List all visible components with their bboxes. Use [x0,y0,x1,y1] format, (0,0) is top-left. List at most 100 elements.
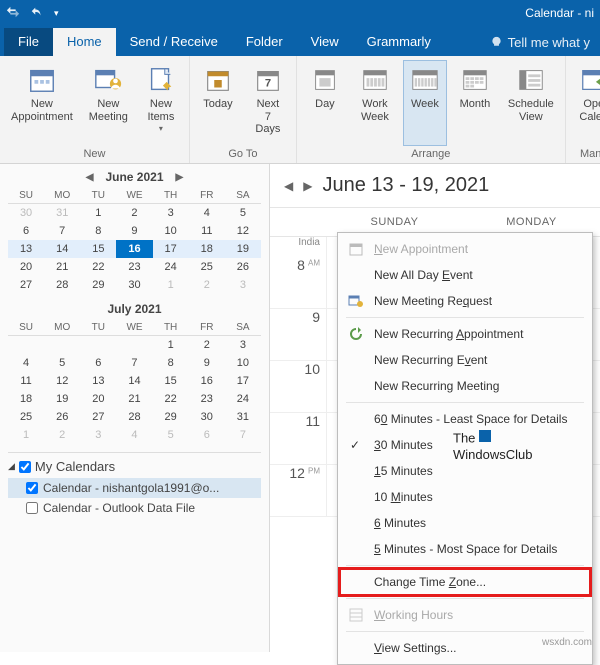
cal-day[interactable]: 15 [153,372,189,390]
cal-day[interactable]: 25 [189,258,225,276]
menu-new-recurring-event[interactable]: New Recurring Event [340,347,590,373]
undo-icon[interactable] [30,5,44,22]
prev-month-icon[interactable]: ◀ [82,172,98,183]
cal-day[interactable]: 5 [153,426,189,444]
cal-day[interactable]: 1 [153,336,189,355]
menu-new-meeting-request[interactable]: New Meeting Request [340,288,590,314]
cal-day[interactable]: 27 [80,408,116,426]
my-calendars-header[interactable]: ◢ My Calendars [8,459,261,474]
cal-day[interactable]: 4 [116,426,152,444]
cal-day[interactable]: 28 [116,408,152,426]
cal-day[interactable]: 1 [80,204,116,223]
cal-day[interactable]: 25 [8,408,44,426]
cal-day[interactable]: 3 [225,276,261,294]
cal-day[interactable]: 30 [116,276,152,294]
cal-day[interactable]: 14 [116,372,152,390]
cal-day[interactable]: 15 [80,240,116,258]
work-week-button[interactable]: Work Week [353,60,397,146]
menu-change-time-zone[interactable]: Change Time Zone... [340,569,590,595]
cal-day[interactable]: 29 [80,276,116,294]
cal-day[interactable]: 9 [116,222,152,240]
cal-day[interactable] [116,336,152,355]
cal-day[interactable]: 20 [8,258,44,276]
cal-day[interactable]: 30 [8,204,44,223]
tab-folder[interactable]: Folder [232,28,297,56]
cal-day[interactable] [80,336,116,355]
cal-day[interactable]: 22 [80,258,116,276]
cal-day[interactable]: 1 [153,276,189,294]
cal-day[interactable] [8,336,44,355]
menu-new-appointment[interactable]: New Appointment [340,236,590,262]
mini-calendar-june[interactable]: ◀ June 2021 ▶ SUMOTUWETHFRSA303112345678… [8,170,261,294]
tab-view[interactable]: View [297,28,353,56]
cal-day[interactable]: 13 [80,372,116,390]
cal-day[interactable]: 6 [8,222,44,240]
cal-day[interactable]: 27 [8,276,44,294]
cal-day[interactable] [44,336,80,355]
calendar-checkbox[interactable] [26,502,38,514]
tab-file[interactable]: File [4,28,53,56]
cal-day[interactable]: 7 [44,222,80,240]
cal-day[interactable]: 18 [189,240,225,258]
cal-day[interactable]: 9 [189,354,225,372]
cal-day[interactable]: 12 [225,222,261,240]
menu-working-hours[interactable]: Working Hours [340,602,590,628]
cal-day[interactable]: 28 [44,276,80,294]
new-items-button[interactable]: New Items ▾ [139,60,183,146]
menu-6-minutes[interactable]: 6 Minutes [340,510,590,536]
cal-day[interactable]: 8 [153,354,189,372]
collapse-icon[interactable]: ◢ [8,461,15,472]
cal-day[interactable]: 4 [8,354,44,372]
cal-day[interactable]: 31 [44,204,80,223]
month-button[interactable]: Month [453,60,497,146]
cal-day[interactable]: 3 [80,426,116,444]
cal-day[interactable]: 5 [225,204,261,223]
tell-me[interactable]: Tell me what y [480,29,600,56]
new-meeting-button[interactable]: New Meeting [84,60,133,146]
cal-day[interactable]: 13 [8,240,44,258]
cal-day[interactable]: 29 [153,408,189,426]
cal-day[interactable]: 21 [116,390,152,408]
cal-day[interactable]: 18 [8,390,44,408]
cal-day[interactable]: 7 [225,426,261,444]
cal-day[interactable]: 4 [189,204,225,223]
next-7-days-button[interactable]: 7 Next 7 Days [246,60,290,146]
open-calendar-button[interactable]: Ope Calen [572,60,600,146]
calendar-item[interactable]: Calendar - Outlook Data File [8,498,261,518]
mini-cal-grid[interactable]: SUMOTUWETHFRSA30311234567891011121314151… [8,188,261,294]
cal-day[interactable]: 2 [116,204,152,223]
menu-5-minutes[interactable]: 5 Minutes - Most Space for Details [340,536,590,562]
calendar-checkbox[interactable] [26,482,38,494]
qat-dropdown-icon[interactable]: ▾ [54,8,59,19]
menu-60-minutes[interactable]: 60 Minutes - Least Space for Details [340,406,590,432]
menu-10-minutes[interactable]: 10 Minutes [340,484,590,510]
cal-day[interactable]: 16 [189,372,225,390]
calendar-item[interactable]: Calendar - nishantgola1991@o... [8,478,261,498]
cal-day[interactable]: 7 [116,354,152,372]
cal-day[interactable]: 24 [153,258,189,276]
cal-day[interactable]: 10 [225,354,261,372]
cal-day[interactable]: 20 [80,390,116,408]
next-month-icon[interactable]: ▶ [172,172,188,183]
cal-day[interactable]: 6 [189,426,225,444]
cal-day[interactable]: 6 [80,354,116,372]
cal-day[interactable]: 26 [225,258,261,276]
menu-new-all-day-event[interactable]: New All Day Event [340,262,590,288]
cal-day[interactable]: 14 [44,240,80,258]
cal-day[interactable]: 19 [44,390,80,408]
cal-day[interactable]: 3 [153,204,189,223]
cal-day[interactable]: 17 [153,240,189,258]
cal-day[interactable]: 1 [8,426,44,444]
schedule-view-button[interactable]: Schedule View [503,60,559,146]
cal-day[interactable]: 8 [80,222,116,240]
cal-day[interactable]: 21 [44,258,80,276]
cal-day[interactable]: 5 [44,354,80,372]
day-button[interactable]: Day [303,60,347,146]
week-button[interactable]: Week [403,60,447,146]
today-button[interactable]: Today [196,60,240,146]
next-week-icon[interactable]: ▶ [303,179,312,193]
cal-day[interactable]: 24 [225,390,261,408]
tab-grammarly[interactable]: Grammarly [353,28,445,56]
cal-day[interactable]: 22 [153,390,189,408]
cal-day[interactable]: 2 [44,426,80,444]
